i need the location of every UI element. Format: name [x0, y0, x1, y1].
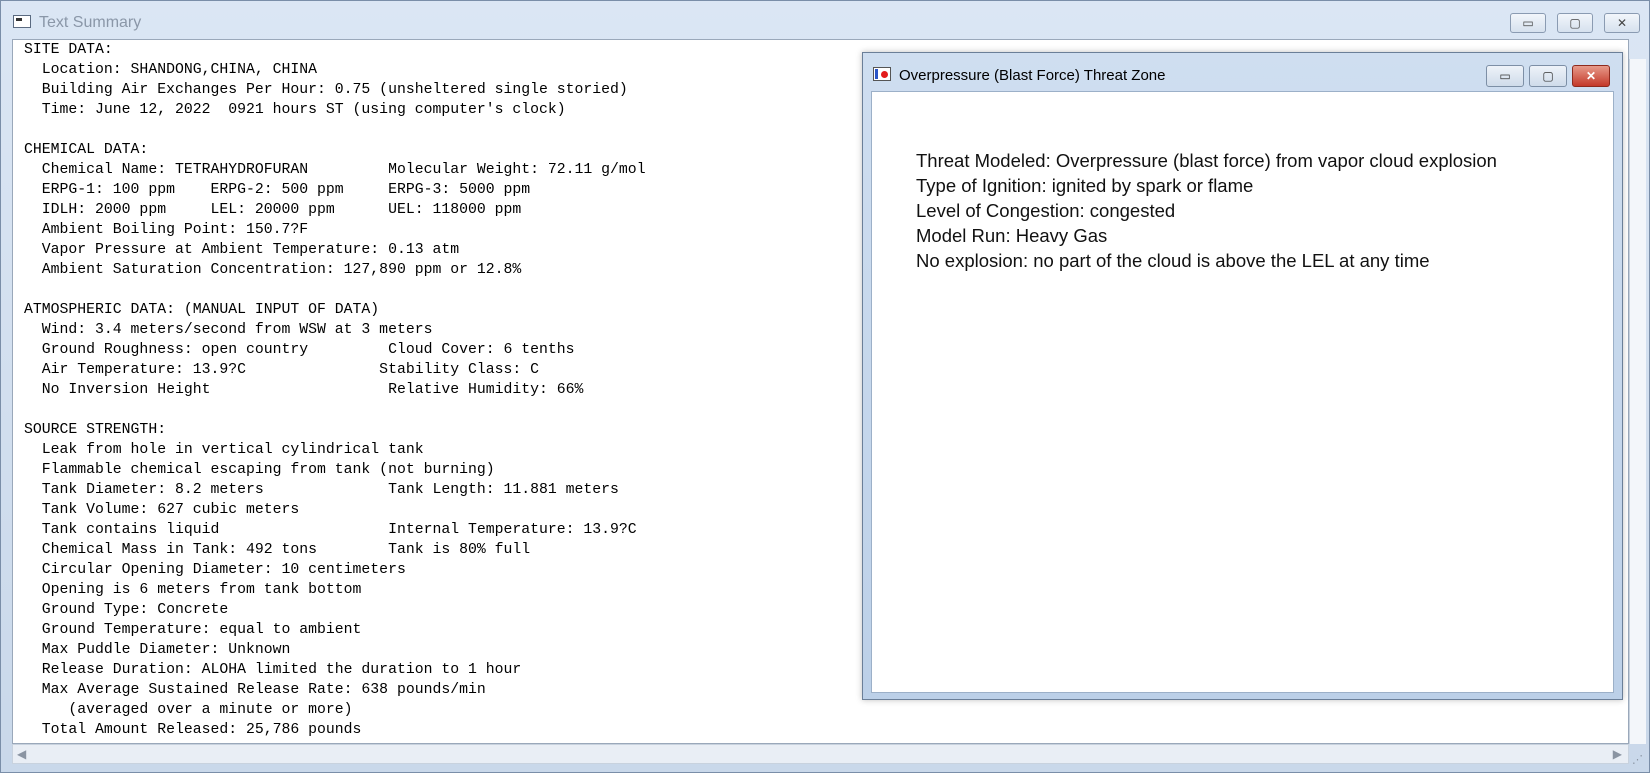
threat-zone-window: Overpressure (Blast Force) Threat Zone ▭… — [862, 52, 1623, 700]
report-line: Max Average Sustained Release Rate: 638 … — [24, 682, 486, 698]
report-line: ERPG-1: 100 ppm ERPG-2: 500 ppm ERPG-3: … — [24, 182, 531, 198]
window-title: Text Summary — [39, 14, 142, 31]
report-line: IDLH: 2000 ppm LEL: 20000 ppm UEL: 11800… — [24, 202, 522, 218]
app-icon[interactable] — [13, 15, 31, 28]
report-line: Ambient Boiling Point: 150.7?F — [24, 222, 309, 238]
report-line: Time: June 12, 2022 0921 hours ST (using… — [24, 102, 566, 118]
minimize-button[interactable]: ▭ — [1510, 13, 1546, 33]
report-line: Vapor Pressure at Ambient Temperature: 0… — [24, 242, 460, 258]
threat-zone-title-bar[interactable]: Overpressure (Blast Force) Threat Zone ▭… — [863, 53, 1622, 91]
report-line: (averaged over a minute or more) — [24, 702, 353, 718]
report-line: Tank contains liquid Internal Temperatur… — [24, 522, 637, 538]
horizontal-scrollbar[interactable]: ◀ ▶ — [12, 744, 1629, 764]
report-line: Tank Diameter: 8.2 meters Tank Length: 1… — [24, 482, 619, 498]
report-line: Ground Roughness: open country Cloud Cov… — [24, 342, 575, 358]
threat-line: Level of Congestion: congested — [916, 200, 1176, 221]
report-line: Chemical Name: TETRAHYDROFURAN Molecular… — [24, 162, 646, 178]
threat-line: Type of Ignition: ignited by spark or fl… — [916, 175, 1254, 196]
threat-zone-icon[interactable] — [873, 67, 891, 81]
report-line: CHEMICAL DATA: — [24, 142, 149, 158]
scroll-right-icon[interactable]: ▶ — [1613, 747, 1622, 761]
threat-zone-content: Threat Modeled: Overpressure (blast forc… — [871, 91, 1614, 693]
report-line: Opening is 6 meters from tank bottom — [24, 582, 362, 598]
threat-maximize-button[interactable]: ▢ — [1529, 65, 1567, 87]
report-line: Air Temperature: 13.9?C Stability Class:… — [24, 362, 540, 378]
report-line: Location: SHANDONG,CHINA, CHINA — [24, 62, 318, 78]
report-line: ATMOSPHERIC DATA: (MANUAL INPUT OF DATA) — [24, 302, 380, 318]
report-line: Ambient Saturation Concentration: 127,89… — [24, 262, 522, 278]
report-line: Building Air Exchanges Per Hour: 0.75 (u… — [24, 82, 628, 98]
report-line: No Inversion Height Relative Humidity: 6… — [24, 382, 584, 398]
report-text: SITE DATA: Location: SHANDONG,CHINA, CHI… — [24, 40, 646, 740]
threat-line: Threat Modeled: Overpressure (blast forc… — [916, 150, 1497, 171]
text-summary-window: Text Summary ▭ ▢ ✕ SITE DATA: Location: … — [0, 0, 1650, 773]
report-line: Tank Volume: 627 cubic meters — [24, 502, 300, 518]
report-line: Wind: 3.4 meters/second from WSW at 3 me… — [24, 322, 433, 338]
threat-close-button[interactable]: ✕ — [1572, 65, 1610, 87]
report-line: Leak from hole in vertical cylindrical t… — [24, 442, 424, 458]
vertical-scrollbar[interactable] — [1629, 59, 1646, 744]
report-line: SITE DATA: — [24, 42, 113, 58]
threat-minimize-button[interactable]: ▭ — [1486, 65, 1524, 87]
threat-line: Model Run: Heavy Gas — [916, 225, 1108, 246]
report-line: Total Amount Released: 25,786 pounds — [24, 722, 362, 738]
threat-line: No explosion: no part of the cloud is ab… — [916, 250, 1430, 271]
scroll-left-icon[interactable]: ◀ — [17, 747, 26, 761]
report-line: Max Puddle Diameter: Unknown — [24, 642, 291, 658]
report-line: Ground Temperature: equal to ambient — [24, 622, 362, 638]
report-line: Release Duration: ALOHA limited the dura… — [24, 662, 522, 678]
resize-grip-icon[interactable]: ⋰ — [1632, 753, 1643, 766]
report-line: SOURCE STRENGTH: — [24, 422, 167, 438]
title-bar[interactable]: Text Summary ▭ ▢ ✕ — [1, 1, 1649, 39]
report-line: Circular Opening Diameter: 10 centimeter… — [24, 562, 406, 578]
maximize-button[interactable]: ▢ — [1557, 13, 1593, 33]
close-button[interactable]: ✕ — [1604, 13, 1640, 33]
threat-zone-title: Overpressure (Blast Force) Threat Zone — [899, 67, 1166, 84]
report-line: Ground Type: Concrete — [24, 602, 229, 618]
report-line: Flammable chemical escaping from tank (n… — [24, 462, 495, 478]
report-line: Chemical Mass in Tank: 492 tons Tank is … — [24, 542, 531, 558]
threat-summary: Threat Modeled: Overpressure (blast forc… — [916, 148, 1497, 273]
